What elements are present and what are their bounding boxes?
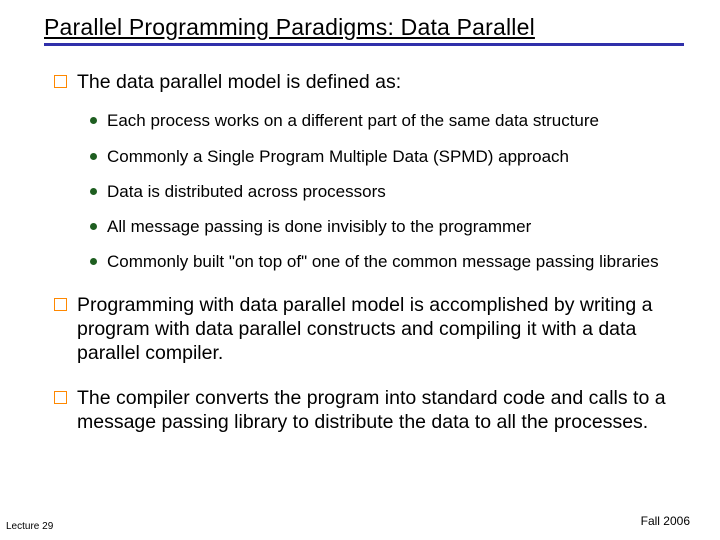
slide: Parallel Programming Paradigms: Data Par… <box>0 0 720 540</box>
sub-bullet-item: All message passing is done invisibly to… <box>90 216 680 237</box>
footer-lecture: Lecture 29 <box>6 521 53 532</box>
dot-bullet-icon <box>90 223 97 230</box>
title-rule <box>44 43 684 46</box>
sublist: Each process works on a different part o… <box>54 104 680 292</box>
sub-bullet-text: Commonly built "on top of" one of the co… <box>107 251 659 272</box>
square-bullet-icon <box>54 298 67 311</box>
bullet-item-1: The data parallel model is defined as: <box>54 70 680 94</box>
dot-bullet-icon <box>90 188 97 195</box>
sub-bullet-item: Commonly a Single Program Multiple Data … <box>90 146 680 167</box>
square-bullet-icon <box>54 75 67 88</box>
sub-bullet-text: All message passing is done invisibly to… <box>107 216 531 237</box>
sub-bullet-item: Each process works on a different part o… <box>90 110 680 131</box>
bullet-text: Programming with data parallel model is … <box>77 293 680 366</box>
dot-bullet-icon <box>90 153 97 160</box>
square-bullet-icon <box>54 391 67 404</box>
dot-bullet-icon <box>90 117 97 124</box>
footer-term: Fall 2006 <box>641 514 690 528</box>
bullet-item-2: Programming with data parallel model is … <box>54 293 680 366</box>
slide-title: Parallel Programming Paradigms: Data Par… <box>44 14 535 40</box>
spacer <box>54 376 680 386</box>
sub-bullet-text: Data is distributed across processors <box>107 181 386 202</box>
content-area: The data parallel model is defined as: E… <box>44 64 690 435</box>
sub-bullet-item: Data is distributed across processors <box>90 181 680 202</box>
sub-bullet-item: Commonly built "on top of" one of the co… <box>90 251 680 272</box>
bullet-item-3: The compiler converts the program into s… <box>54 386 680 435</box>
sub-bullet-text: Each process works on a different part o… <box>107 110 599 131</box>
sub-bullet-text: Commonly a Single Program Multiple Data … <box>107 146 569 167</box>
bullet-text: The compiler converts the program into s… <box>77 386 680 435</box>
title-wrap: Parallel Programming Paradigms: Data Par… <box>44 14 690 41</box>
dot-bullet-icon <box>90 258 97 265</box>
bullet-text: The data parallel model is defined as: <box>77 70 401 94</box>
